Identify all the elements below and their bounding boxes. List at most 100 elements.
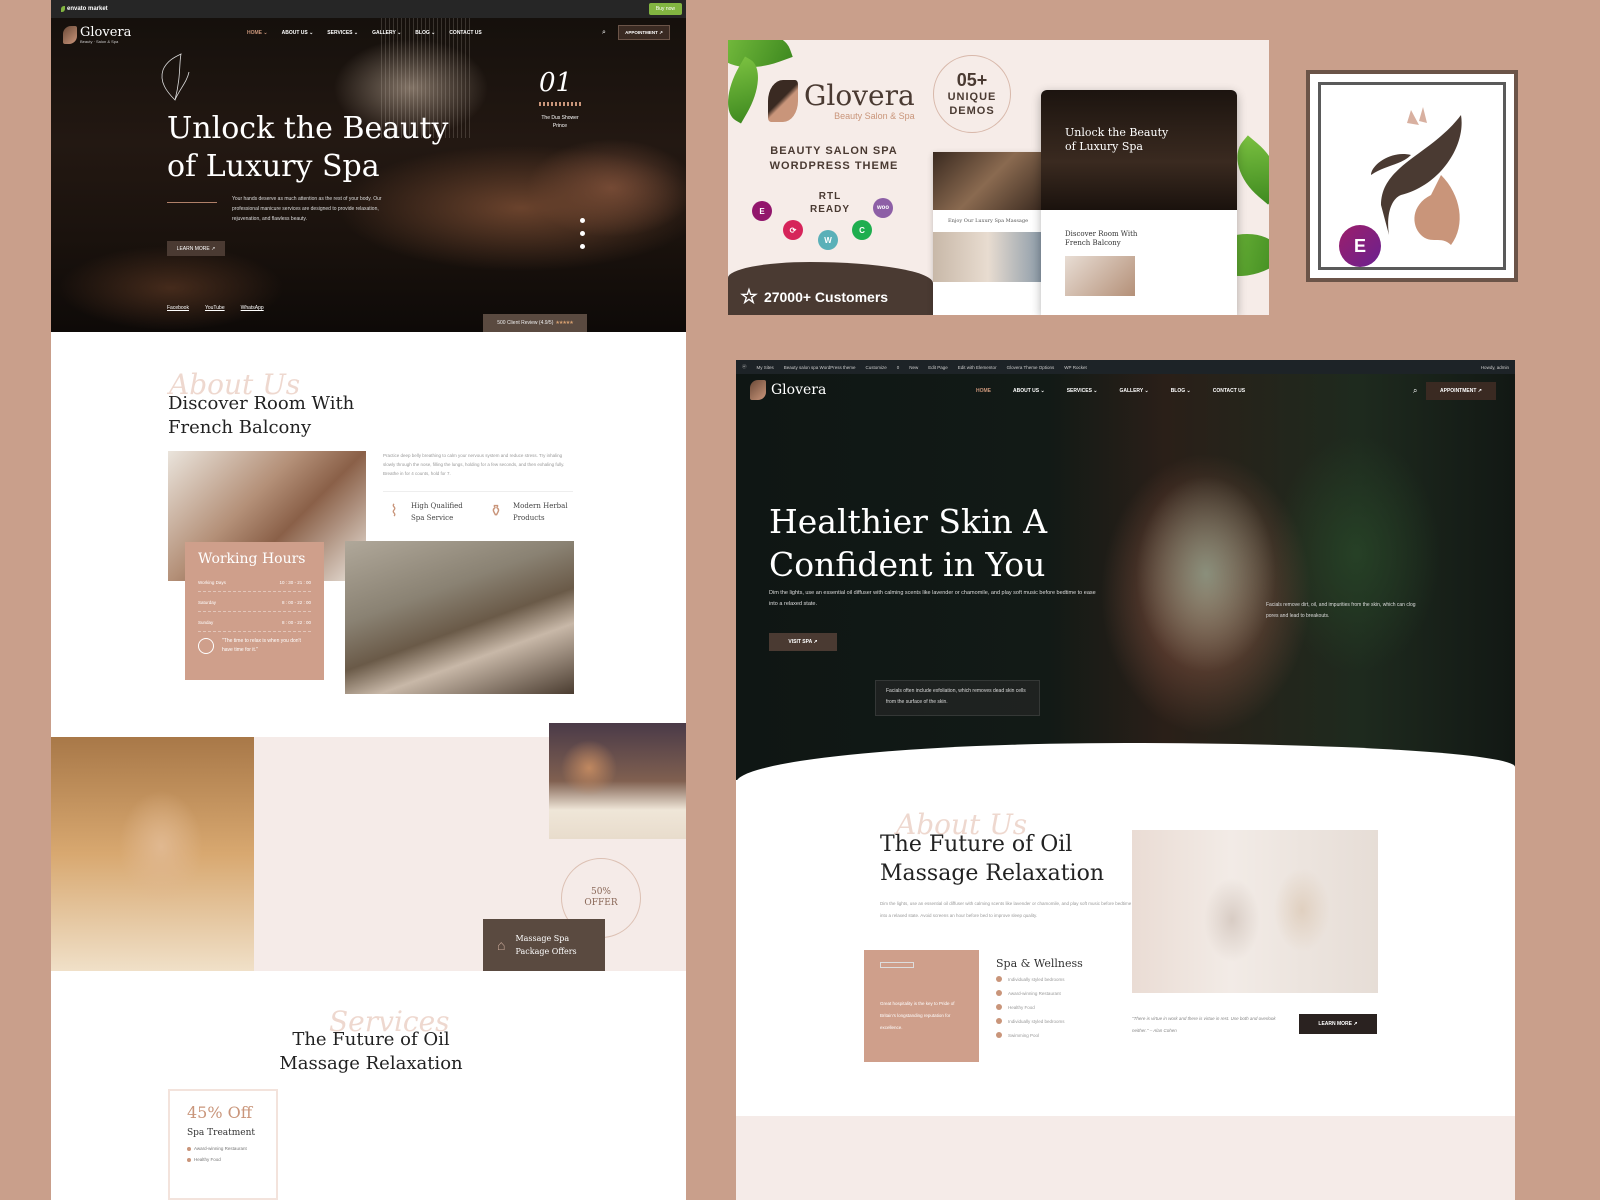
spa-women-photo bbox=[1132, 830, 1378, 993]
about-title: Discover Room With French Balcony bbox=[168, 392, 354, 440]
unique-demos-badge: 05+ UNIQUE DEMOS bbox=[933, 55, 1011, 133]
wellness-item-text: Individually styled bedrooms bbox=[1008, 976, 1065, 982]
admin-bar-item[interactable]: My Sites bbox=[757, 365, 774, 370]
nav-contact-us[interactable]: CONTACT US bbox=[449, 30, 481, 36]
demos-count: 05+ bbox=[956, 70, 988, 90]
wellness-item-text: Swimming Pool bbox=[1008, 1032, 1040, 1038]
nav-gallery[interactable]: GALLERY ⌄ bbox=[1119, 388, 1148, 394]
bullet-icon bbox=[187, 1146, 191, 1151]
nav-about-us[interactable]: ABOUT US ⌄ bbox=[1013, 388, 1045, 394]
feature-herbal-products: ⚱ Modern Herbal Products bbox=[485, 500, 573, 524]
feature-line2: Spa Service bbox=[411, 514, 454, 522]
youtube-link[interactable]: YouTube bbox=[205, 305, 225, 311]
package-offers-card[interactable]: ⌂ Massage Spa Package Offers bbox=[483, 919, 605, 971]
package-line1: Massage Spa bbox=[515, 934, 570, 943]
star-rating-icon: ★★★★★ bbox=[555, 320, 573, 326]
facebook-link[interactable]: Facebook bbox=[167, 305, 189, 311]
slider-dot[interactable] bbox=[580, 231, 585, 236]
feature-line2: Products bbox=[513, 514, 545, 522]
right-website-mockup: ⓦ My Sites Beauty salon spa WordPress th… bbox=[736, 360, 1515, 1200]
demos-line2: DEMOS bbox=[949, 105, 995, 117]
rtl-ready-label: RTL READY bbox=[798, 190, 862, 216]
admin-user[interactable]: Howdy, admin bbox=[1481, 365, 1509, 370]
main-nav: HOME ABOUT US ⌄ SERVICES ⌄ GALLERY ⌄ BLO… bbox=[976, 388, 1245, 394]
nav-gallery[interactable]: GALLERY ⌄ bbox=[372, 30, 401, 36]
wp-logo-icon[interactable]: ⓦ bbox=[742, 364, 747, 370]
appointment-button[interactable]: APPOINTMENT ↗ bbox=[618, 25, 670, 40]
site-logo[interactable]: Glovera bbox=[750, 380, 826, 400]
slider-dot[interactable] bbox=[580, 218, 585, 223]
nav-blog[interactable]: BLOG ⌄ bbox=[1171, 388, 1191, 394]
nav-contact-us[interactable]: CONTACT US bbox=[1213, 388, 1245, 394]
nav-blog[interactable]: BLOG ⌄ bbox=[415, 30, 435, 36]
learn-more-button[interactable]: LEARN MORE ↗ bbox=[1299, 1014, 1377, 1034]
admin-bar-item[interactable]: Edit with Elementor bbox=[958, 365, 997, 370]
site-logo[interactable]: Glovera Beauty · Salon & Spa bbox=[63, 26, 131, 44]
theme-subtitle: BEAUTY SALON SPA WORDPRESS THEME bbox=[752, 144, 916, 174]
services-title-line2: Massage Relaxation bbox=[279, 1053, 463, 1074]
envato-logo[interactable]: envato market bbox=[61, 6, 108, 12]
preview-title-line1: Unlock the Beauty bbox=[1065, 126, 1169, 139]
bullet-icon bbox=[187, 1157, 191, 1162]
hours-quote: "The time to relax is when you don't hav… bbox=[198, 637, 311, 655]
preview-photo bbox=[1065, 256, 1135, 296]
hours-row: Sunday 8 : 00 - 22 : 00 bbox=[198, 617, 311, 632]
learn-more-button[interactable]: LEARN MORE ↗ bbox=[167, 241, 225, 256]
about-description: Practice deep belly breathing to calm yo… bbox=[383, 453, 565, 476]
nav-home[interactable]: HOME ⌄ bbox=[247, 30, 268, 36]
broken-image-icon bbox=[880, 962, 914, 968]
preview-sub-line1: Discover Room With bbox=[1065, 230, 1138, 238]
admin-bar-item[interactable]: Customize bbox=[865, 365, 886, 370]
review-text: 500 Client Review (4.9/5) bbox=[497, 320, 554, 326]
customers-count: ☆ 27000+ Customers bbox=[740, 284, 888, 309]
nav-services[interactable]: SERVICES ⌄ bbox=[327, 30, 358, 36]
hours-day: Saturday bbox=[198, 600, 217, 605]
hospitality-text: Great hospitality is the key to Pride of… bbox=[880, 1001, 955, 1030]
hero-description: Dim the lights, use an essential oil dif… bbox=[769, 590, 1096, 607]
visit-spa-button[interactable]: VISIT SPA ↗ bbox=[769, 633, 837, 651]
service-name: Spa Treatment bbox=[187, 1128, 256, 1138]
bullet-icon bbox=[996, 1032, 1002, 1038]
wellness-item: Individually styled bedrooms bbox=[996, 1018, 1083, 1024]
admin-bar-item[interactable]: Edit Page bbox=[928, 365, 948, 370]
whatsapp-link[interactable]: WhatsApp bbox=[241, 305, 264, 311]
buy-now-button[interactable]: Buy now bbox=[648, 3, 682, 15]
wellness-item: Award-winning Restaurant bbox=[996, 990, 1083, 996]
admin-bar-item[interactable]: 0 bbox=[897, 365, 900, 370]
package-label: Massage Spa Package Offers bbox=[515, 932, 576, 958]
logo-name: Glovera bbox=[771, 382, 827, 398]
admin-bar-item[interactable]: Beauty salon spa WordPress theme bbox=[784, 365, 856, 370]
about-title: The Future of Oil Massage Relaxation bbox=[880, 830, 1104, 888]
search-icon[interactable]: ⌕ bbox=[1413, 386, 1417, 396]
offer-percent: 50% bbox=[590, 887, 611, 897]
search-icon[interactable]: ⌕ bbox=[602, 29, 606, 37]
preview-title-line2: of Luxury Spa bbox=[1065, 140, 1143, 153]
nav-about-us[interactable]: ABOUT US ⌄ bbox=[282, 30, 314, 36]
wordpress-icon: W bbox=[818, 230, 838, 250]
candle-bowl-icon bbox=[198, 638, 214, 654]
slider-dot[interactable] bbox=[580, 244, 585, 249]
nav-services[interactable]: SERVICES ⌄ bbox=[1067, 388, 1098, 394]
feature-line1: Modern Herbal bbox=[513, 502, 568, 510]
admin-bar-item[interactable]: WP Rocket bbox=[1064, 365, 1086, 370]
about-quote: "There is virtue in work and there is vi… bbox=[1132, 1016, 1276, 1033]
service-feature: Healthy Food bbox=[187, 1157, 259, 1162]
hero-title: Healthier Skin A Confident in You bbox=[769, 500, 1047, 586]
envato-leaf-icon bbox=[61, 6, 65, 12]
admin-bar-item[interactable]: New bbox=[909, 365, 918, 370]
main-nav: HOME ⌄ ABOUT US ⌄ SERVICES ⌄ GALLERY ⌄ B… bbox=[247, 30, 482, 36]
hero-title-line2: Confident in You bbox=[769, 545, 1046, 584]
promo-logo: Glovera Beauty Salon & Spa bbox=[768, 80, 915, 122]
hospitality-card: Great hospitality is the key to Pride of… bbox=[864, 950, 979, 1062]
star-icon: ☆ bbox=[740, 286, 758, 308]
nav-home[interactable]: HOME bbox=[976, 388, 991, 394]
wellness-item-text: Award-winning Restaurant bbox=[1008, 990, 1061, 996]
wellness-item: Individually styled bedrooms bbox=[996, 976, 1083, 982]
bottle-icon: ⚱ bbox=[489, 503, 503, 520]
promo-banner: Glovera Beauty Salon & Spa BEAUTY SALON … bbox=[728, 40, 1269, 315]
appointment-button[interactable]: APPOINTMENT ↗ bbox=[1426, 382, 1496, 400]
elementor-icon: E bbox=[1339, 225, 1381, 267]
hero-title-line1: Healthier Skin A bbox=[769, 502, 1048, 541]
small-page-preview: Enjoy Our Luxury Spa Massage bbox=[933, 152, 1043, 315]
admin-bar-item[interactable]: Glovera Theme Options bbox=[1007, 365, 1055, 370]
